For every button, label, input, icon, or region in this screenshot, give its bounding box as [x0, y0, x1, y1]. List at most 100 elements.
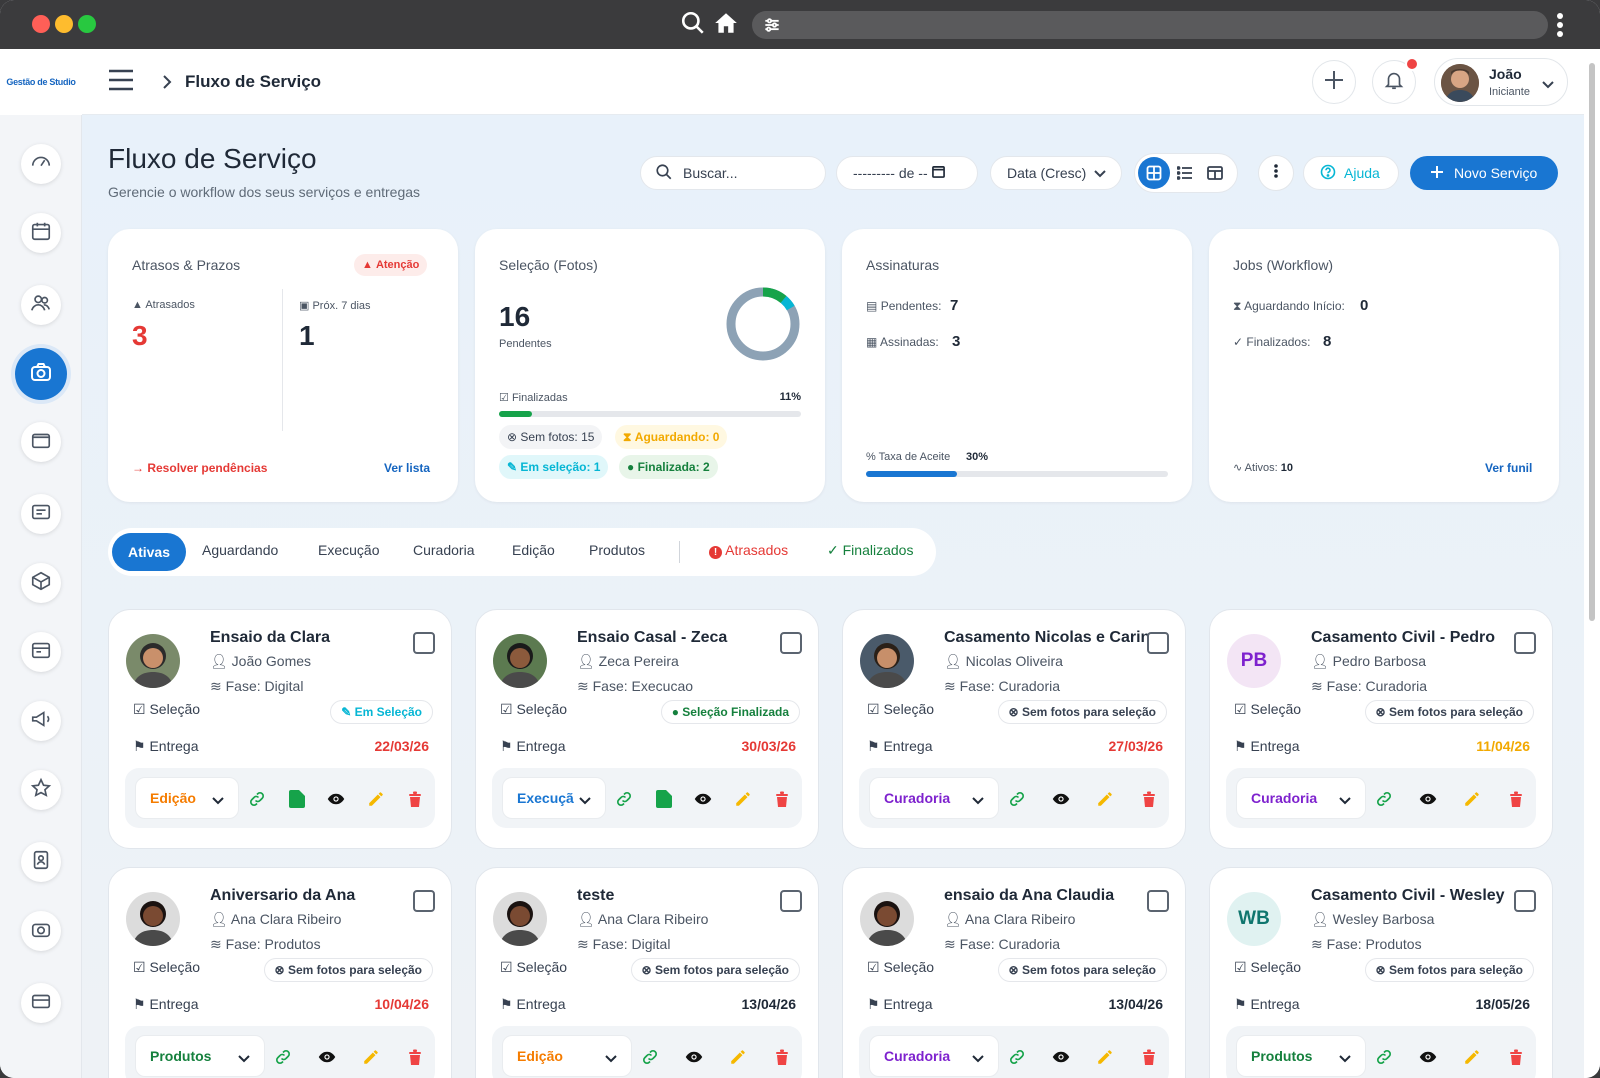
list-view-button[interactable] [1176, 165, 1193, 186]
sort-select[interactable]: Data (Cresc) [990, 156, 1122, 190]
close-window-button[interactable] [32, 15, 50, 33]
grid-view-button[interactable] [1138, 157, 1170, 189]
pencil-icon[interactable] [1460, 1045, 1484, 1069]
pencil-icon[interactable] [1093, 1045, 1117, 1069]
menu-icon[interactable] [108, 68, 134, 97]
add-button[interactable] [1312, 60, 1356, 104]
stage-select[interactable]: Execuçã [502, 777, 606, 819]
stage-select[interactable]: Produtos [135, 1035, 265, 1077]
stage-select[interactable]: Edição [502, 1035, 632, 1077]
user-menu[interactable]: João Iniciante [1434, 58, 1568, 106]
more-options-button[interactable] [1258, 155, 1294, 191]
trash-icon[interactable] [770, 787, 794, 811]
sidebar-item-dashboard[interactable] [21, 144, 61, 184]
waiting-chip[interactable]: ⧗ Aguardando: 0 [615, 425, 728, 449]
pencil-icon[interactable] [726, 1045, 750, 1069]
search-input[interactable]: Buscar... [683, 165, 737, 181]
resolve-link[interactable]: → Resolver pendências [132, 461, 267, 475]
link-icon[interactable] [271, 1045, 295, 1069]
trash-icon[interactable] [403, 787, 427, 811]
link-icon[interactable] [1005, 787, 1029, 811]
trash-icon[interactable] [1504, 787, 1528, 811]
finalized-chip[interactable]: ● Finalizada: 2 [619, 455, 718, 479]
eye-icon[interactable] [315, 1045, 339, 1069]
search-field[interactable]: Buscar... [640, 156, 826, 190]
stage-select[interactable]: Curadoria [1236, 777, 1366, 819]
job-card[interactable]: ensaio da Ana Claudia 👤︎ Ana Clara Ribeir… [842, 867, 1186, 1078]
sidebar-item-services[interactable] [15, 348, 67, 400]
minimize-window-button[interactable] [55, 15, 73, 33]
pencil-icon[interactable] [1460, 787, 1484, 811]
select-checkbox[interactable] [780, 890, 802, 912]
product-file-icon[interactable] [652, 787, 676, 811]
trash-icon[interactable] [403, 1045, 427, 1069]
no-photos-chip[interactable]: ⊗ Sem fotos: 15 [499, 425, 603, 449]
job-card[interactable]: WB Casamento Civil - Wesley 👤︎ Wesley Barb… [1209, 867, 1553, 1078]
sidebar-item-payments[interactable] [21, 983, 61, 1023]
pencil-icon[interactable] [731, 787, 755, 811]
sidebar-item-marketing[interactable] [21, 701, 61, 741]
link-icon[interactable] [638, 1045, 662, 1069]
sidebar-item-reviews[interactable] [21, 770, 61, 810]
sidebar-item-schedule[interactable] [21, 632, 61, 672]
help-button[interactable]: Ajuda [1303, 156, 1399, 190]
pencil-icon[interactable] [359, 1045, 383, 1069]
link-icon[interactable] [245, 787, 269, 811]
select-checkbox[interactable] [1147, 890, 1169, 912]
link-icon[interactable] [612, 787, 636, 811]
select-checkbox[interactable] [1147, 632, 1169, 654]
tab-waiting[interactable]: Aguardando [202, 542, 278, 558]
pencil-icon[interactable] [1093, 787, 1117, 811]
stage-select[interactable]: Edição [135, 777, 239, 819]
job-card[interactable]: Casamento Nicolas e Carina 👤︎ Nicolas Oli… [842, 609, 1186, 849]
eye-icon[interactable] [324, 787, 348, 811]
tab-late[interactable]: ! Atrasados [709, 542, 788, 559]
trash-icon[interactable] [1504, 1045, 1528, 1069]
link-icon[interactable] [1372, 787, 1396, 811]
select-checkbox[interactable] [413, 890, 435, 912]
in-selection-chip[interactable]: ✎ Em seleção: 1 [499, 455, 609, 479]
job-card[interactable]: Aniversario da Ana 👤︎ Ana Clara Ribeiro ≋ … [108, 867, 452, 1078]
tab-editing[interactable]: Edição [512, 542, 555, 558]
sidebar-item-products[interactable] [21, 563, 61, 603]
sidebar-item-wallet[interactable] [21, 422, 61, 462]
eye-icon[interactable] [1416, 787, 1440, 811]
select-checkbox[interactable] [1514, 890, 1536, 912]
eye-icon[interactable] [691, 787, 715, 811]
link-icon[interactable] [1005, 1045, 1029, 1069]
product-file-icon[interactable] [285, 787, 309, 811]
address-bar[interactable] [752, 11, 1548, 39]
pencil-icon[interactable] [364, 787, 388, 811]
sidebar-item-contracts[interactable] [21, 494, 61, 534]
sidebar-item-gallery[interactable] [21, 911, 61, 951]
eye-icon[interactable] [1416, 1045, 1440, 1069]
notifications-button[interactable] [1372, 57, 1419, 104]
search-icon[interactable] [680, 10, 706, 41]
select-checkbox[interactable] [780, 632, 802, 654]
sidebar-item-clients[interactable] [21, 285, 61, 325]
tab-finished[interactable]: ✓ Finalizados [827, 542, 913, 559]
breadcrumb[interactable]: Fluxo de Serviço [185, 72, 321, 92]
stage-select[interactable]: Curadoria [869, 777, 999, 819]
trash-icon[interactable] [1137, 1045, 1161, 1069]
stage-select[interactable]: Produtos [1236, 1035, 1366, 1077]
tab-active[interactable]: Ativas [112, 533, 186, 571]
select-checkbox[interactable] [413, 632, 435, 654]
select-checkbox[interactable] [1514, 632, 1536, 654]
trash-icon[interactable] [770, 1045, 794, 1069]
date-range-filter[interactable]: --------- de -- [836, 156, 978, 190]
tab-curation[interactable]: Curadoria [413, 542, 474, 558]
stage-select[interactable]: Curadoria [869, 1035, 999, 1077]
eye-icon[interactable] [682, 1045, 706, 1069]
job-card[interactable]: Ensaio Casal - Zeca 👤︎ Zeca Pereira ≋ Fase… [475, 609, 819, 849]
job-card[interactable]: PB Casamento Civil - Pedro 👤︎ Pedro Barbos… [1209, 609, 1553, 849]
maximize-window-button[interactable] [78, 15, 96, 33]
app-logo[interactable]: Gestão de Studio [0, 49, 82, 115]
tab-products[interactable]: Produtos [589, 542, 645, 558]
new-service-button[interactable]: Novo Serviço [1410, 156, 1558, 190]
more-vertical-icon[interactable] [1556, 12, 1564, 43]
kanban-view-button[interactable] [1207, 165, 1223, 186]
trash-icon[interactable] [1137, 787, 1161, 811]
see-list-link[interactable]: Ver lista [384, 461, 430, 475]
link-icon[interactable] [1372, 1045, 1396, 1069]
